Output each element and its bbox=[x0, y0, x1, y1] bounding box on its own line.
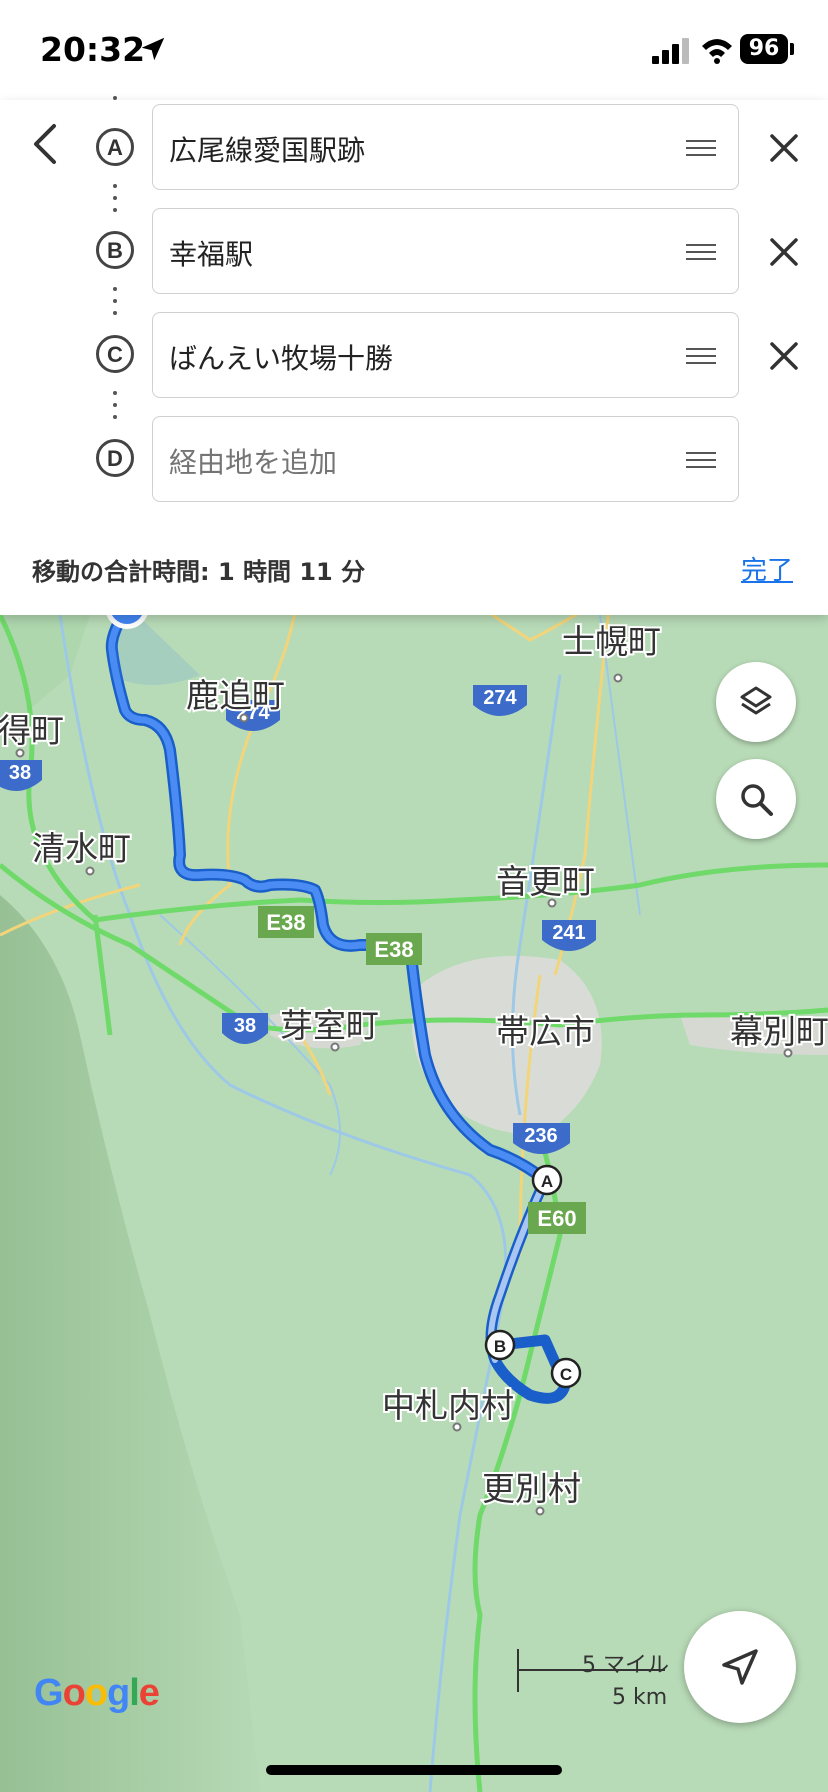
stop-c-marker: C bbox=[96, 335, 134, 373]
road-shield-e60: E60 bbox=[528, 1202, 586, 1234]
search-button[interactable] bbox=[716, 759, 796, 839]
navigate-button[interactable] bbox=[684, 1611, 796, 1723]
road-shield-label: 38 bbox=[9, 762, 31, 784]
stop-c-field[interactable]: ばんえい牧場十勝 bbox=[152, 312, 739, 398]
search-icon bbox=[741, 784, 773, 816]
map-marker-label: C bbox=[560, 1365, 572, 1384]
add-stop-field[interactable]: 経由地を追加 bbox=[152, 416, 739, 502]
drag-handle-icon[interactable] bbox=[686, 140, 716, 156]
map-view[interactable]: 274 274 38 E38 E38 241 38 236 E60 士幌町 鹿追… bbox=[0, 615, 828, 1792]
road-shield-e38: E38 bbox=[366, 933, 422, 965]
place-label: 更別村 bbox=[482, 1469, 581, 1508]
map-canvas: 274 274 38 E38 E38 241 38 236 E60 士幌町 鹿追… bbox=[0, 615, 828, 1792]
road-shield-e38: E38 bbox=[258, 906, 314, 938]
route-dots bbox=[113, 287, 117, 323]
road-shield-label: E38 bbox=[374, 937, 413, 962]
status-time: 20:32 bbox=[40, 30, 146, 69]
place-label: 得町 bbox=[0, 711, 64, 750]
stop-d-marker: D bbox=[96, 439, 134, 477]
place-label: 清水町 bbox=[32, 829, 131, 868]
stop-a-name: 広尾線愛国駅跡 bbox=[169, 134, 366, 167]
road-shield-label: 241 bbox=[552, 922, 585, 944]
drag-handle-icon[interactable] bbox=[686, 452, 716, 468]
route-dots bbox=[113, 96, 117, 108]
road-shield-label: 38 bbox=[234, 1015, 256, 1037]
google-logo: Google bbox=[34, 1672, 160, 1714]
scale-metric: 5 km bbox=[612, 1685, 668, 1710]
map-marker-label: B bbox=[494, 1337, 506, 1356]
home-indicator[interactable] bbox=[266, 1765, 562, 1775]
place-label: 音更町 bbox=[496, 862, 595, 901]
map-marker-a[interactable]: A bbox=[531, 1164, 563, 1196]
place-label: 帯広市 bbox=[496, 1012, 595, 1051]
road-shield-label: 274 bbox=[483, 687, 517, 709]
stop-a-field[interactable]: 広尾線愛国駅跡 bbox=[152, 104, 739, 190]
stop-b-field[interactable]: 幸福駅 bbox=[152, 208, 739, 294]
map-marker-b[interactable]: B bbox=[484, 1329, 516, 1361]
cellular-signal-icon bbox=[652, 38, 689, 64]
status-bar: 20:32 96 bbox=[0, 0, 828, 100]
route-dots bbox=[113, 184, 117, 220]
place-label: 芽室町 bbox=[280, 1006, 379, 1045]
stop-b-name: 幸福駅 bbox=[169, 238, 254, 271]
stop-a-marker: A bbox=[96, 128, 134, 166]
place-label: 中札内村 bbox=[382, 1386, 514, 1425]
done-button[interactable]: 完了 bbox=[741, 550, 793, 587]
scale-imperial: 5 マイル bbox=[582, 1653, 669, 1678]
route-panel: A B C D 広尾線愛国駅跡 幸福駅 ばんえい牧場十勝 経由地を追加 移動の合… bbox=[0, 96, 828, 615]
route-dots bbox=[113, 391, 117, 427]
battery-indicator: 96 bbox=[740, 34, 788, 64]
back-arrow-icon[interactable] bbox=[24, 118, 68, 170]
map-marker-c[interactable]: C bbox=[550, 1357, 582, 1389]
place-label: 士幌町 bbox=[562, 622, 661, 661]
remove-stop-b-icon[interactable] bbox=[765, 233, 803, 271]
location-arrow-icon bbox=[141, 37, 165, 61]
road-shield-label: E60 bbox=[537, 1206, 576, 1231]
layers-button[interactable] bbox=[716, 662, 796, 742]
battery-tip bbox=[790, 43, 794, 55]
place-label: 幕別町 bbox=[730, 1012, 828, 1051]
place-label: 鹿追町 bbox=[186, 676, 285, 715]
stop-b-marker: B bbox=[96, 231, 134, 269]
total-travel-time: 移動の合計時間: 1 時間 11 分 bbox=[32, 558, 366, 586]
layers-icon bbox=[740, 686, 772, 715]
drag-handle-icon[interactable] bbox=[686, 348, 716, 364]
road-shield-label: E38 bbox=[266, 910, 305, 935]
road-shield-label: 236 bbox=[524, 1125, 557, 1147]
wifi-icon bbox=[702, 39, 732, 64]
remove-stop-c-icon[interactable] bbox=[765, 337, 803, 375]
drag-handle-icon[interactable] bbox=[686, 244, 716, 260]
map-marker-label: A bbox=[541, 1172, 553, 1191]
stop-c-name: ばんえい牧場十勝 bbox=[169, 342, 394, 375]
remove-stop-a-icon[interactable] bbox=[765, 129, 803, 167]
navigate-icon bbox=[722, 1649, 758, 1685]
add-stop-placeholder: 経由地を追加 bbox=[169, 446, 338, 479]
